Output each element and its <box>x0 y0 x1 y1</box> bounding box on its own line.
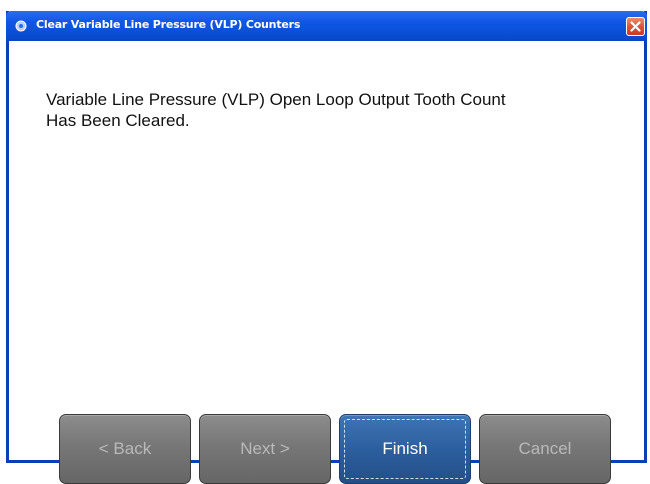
close-icon <box>630 21 641 32</box>
dialog-content: Variable Line Pressure (VLP) Open Loop O… <box>9 41 644 484</box>
finish-button-label: Finish <box>382 439 428 458</box>
dialog-window: Clear Variable Line Pressure (VLP) Count… <box>6 11 647 484</box>
gear-icon <box>14 19 28 33</box>
window-title: Clear Variable Line Pressure (VLP) Count… <box>36 18 301 31</box>
status-message-line-2: Has Been Cleared. <box>46 111 190 130</box>
title-bar[interactable]: Clear Variable Line Pressure (VLP) Count… <box>6 11 647 41</box>
status-message: Variable Line Pressure (VLP) Open Loop O… <box>46 89 626 131</box>
close-button[interactable] <box>626 17 645 36</box>
back-button[interactable]: < Back <box>59 414 191 484</box>
finish-button[interactable]: Finish <box>339 414 471 484</box>
cancel-button[interactable]: Cancel <box>479 414 611 484</box>
screenshot-frame: Clear Variable Line Pressure (VLP) Count… <box>0 0 650 484</box>
next-button[interactable]: Next > <box>199 414 331 484</box>
status-message-line-1: Variable Line Pressure (VLP) Open Loop O… <box>46 90 506 109</box>
